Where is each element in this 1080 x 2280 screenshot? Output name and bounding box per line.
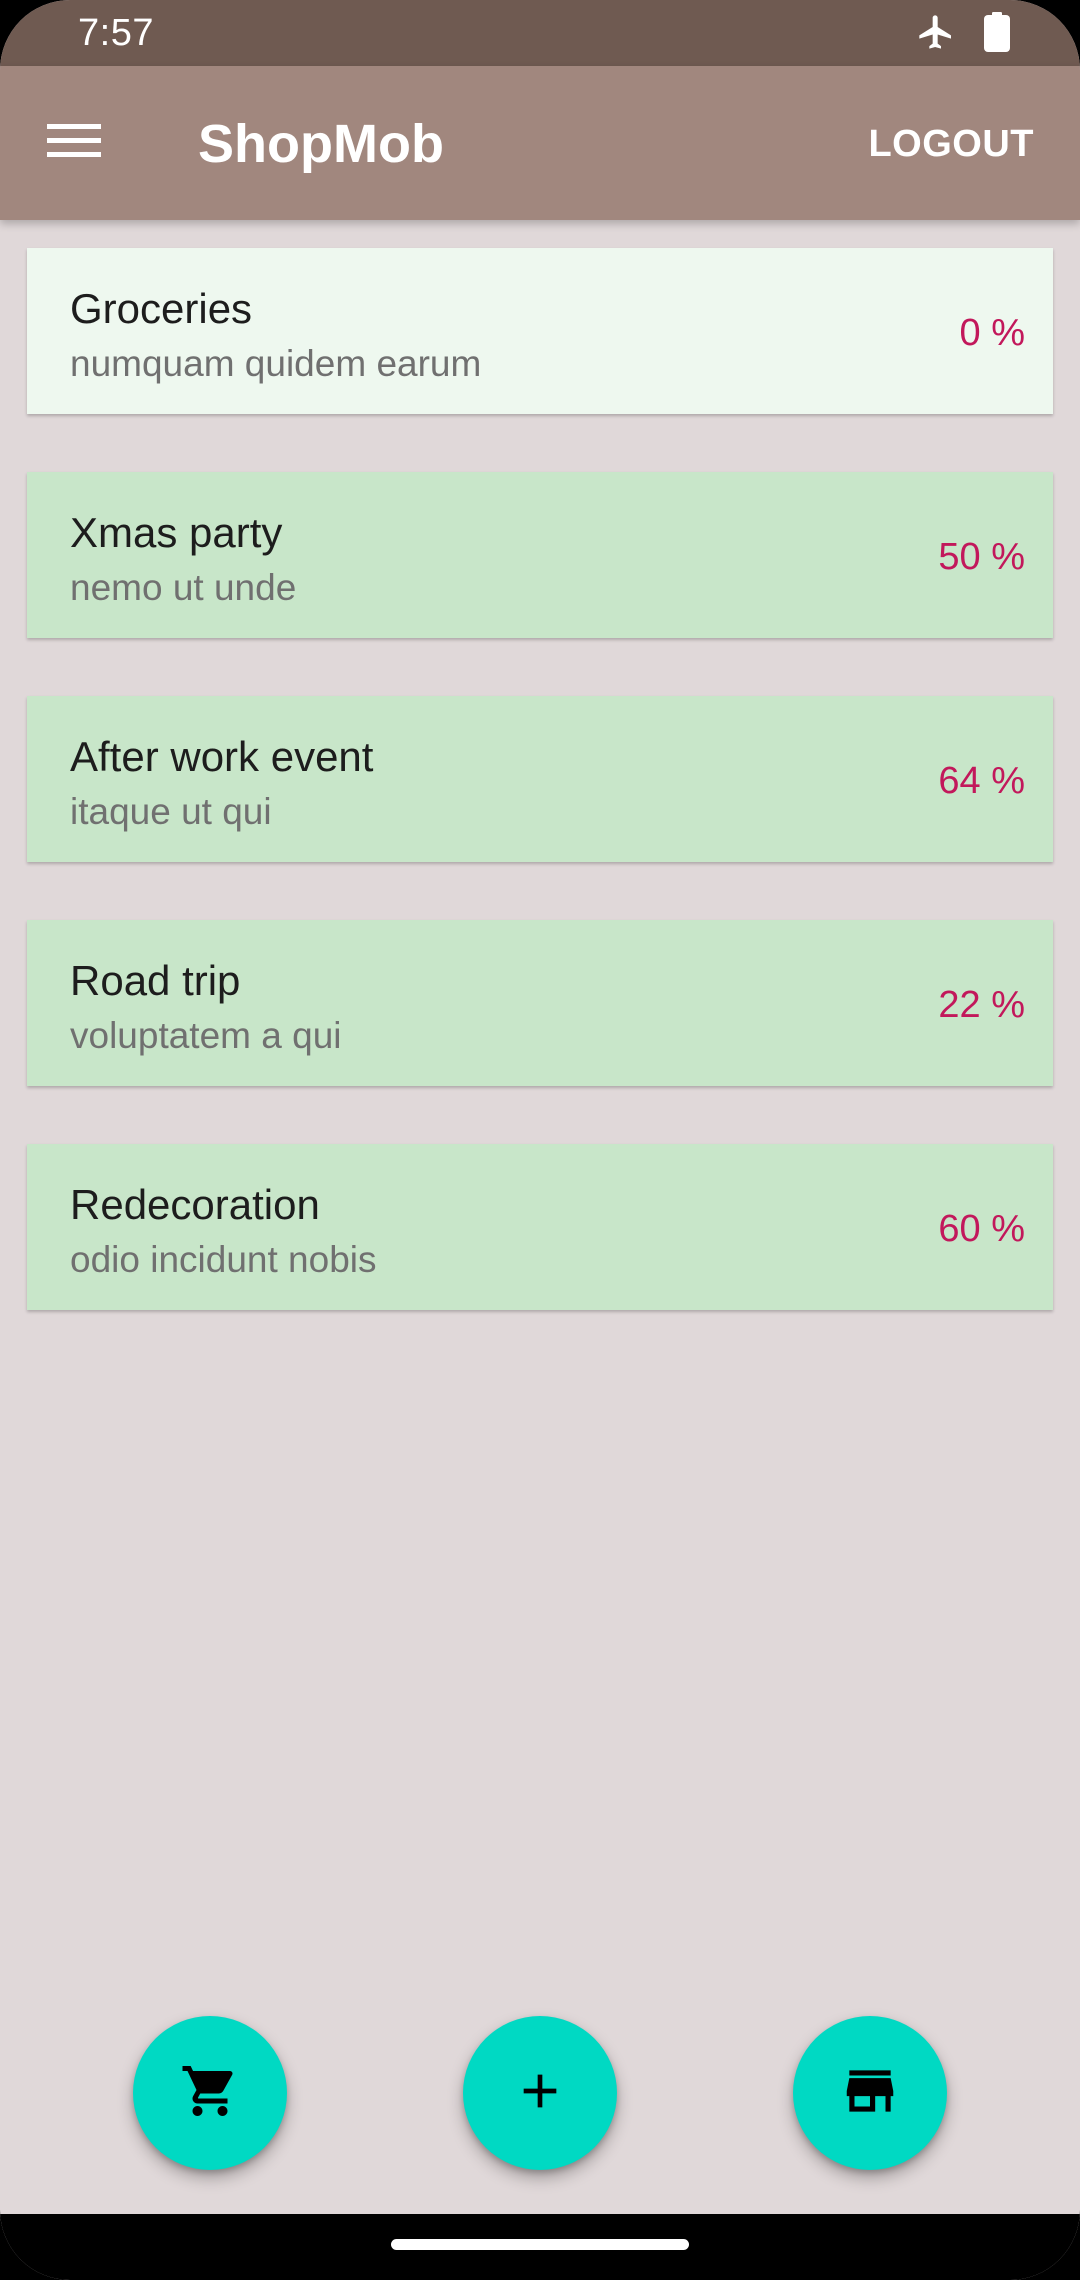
shopping-lists: Groceries numquam quidem earum 0 % Xmas … [27, 248, 1053, 1368]
system-navigation-bar [0, 2214, 1080, 2280]
status-icons [916, 11, 1010, 57]
app-bar: ShopMob LOGOUT [0, 66, 1080, 220]
list-description: odio incidunt nobis [70, 1239, 377, 1280]
status-bar: 7:57 [0, 0, 1080, 66]
cart-button[interactable] [133, 2016, 287, 2170]
list-description: numquam quidem earum [70, 343, 482, 384]
list-card-after-work-event[interactable]: After work event itaque ut qui 64 % [27, 696, 1053, 862]
add-list-button[interactable] [463, 2016, 617, 2170]
logout-button[interactable]: LOGOUT [856, 116, 1046, 172]
list-title: Road trip [70, 957, 241, 1004]
list-progress: 60 % [938, 1208, 1025, 1250]
list-progress: 22 % [938, 984, 1025, 1026]
list-card-road-trip[interactable]: Road trip voluptatem a qui 22 % [27, 920, 1053, 1086]
list-progress: 50 % [938, 536, 1025, 578]
list-card-groceries[interactable]: Groceries numquam quidem earum 0 % [27, 248, 1053, 414]
list-card-redecoration[interactable]: Redecoration odio incidunt nobis 60 % [27, 1144, 1053, 1310]
list-description: voluptatem a qui [70, 1015, 342, 1056]
airplane-icon [916, 12, 956, 57]
list-description: nemo ut unde [70, 567, 297, 608]
battery-icon [984, 11, 1010, 57]
store-icon [839, 2060, 901, 2127]
list-title: Xmas party [70, 509, 283, 556]
list-title: Redecoration [70, 1181, 320, 1228]
add-icon [512, 2063, 568, 2124]
store-button[interactable] [793, 2016, 947, 2170]
list-title: After work event [70, 733, 374, 780]
list-title: Groceries [70, 285, 253, 332]
cart-icon [180, 2061, 240, 2126]
list-description: itaque ut qui [70, 791, 272, 832]
menu-icon [47, 121, 101, 166]
app-title: ShopMob [198, 114, 444, 174]
list-progress: 64 % [938, 760, 1025, 802]
menu-button[interactable] [36, 105, 112, 181]
phone-screen: 7:57 ShopMob LOGOUT Groceries numquam qu… [0, 0, 1080, 2280]
home-gesture-handle[interactable] [391, 2239, 689, 2250]
list-progress: 0 % [959, 312, 1025, 354]
status-time: 7:57 [78, 12, 154, 54]
list-card-xmas-party[interactable]: Xmas party nemo ut unde 50 % [27, 472, 1053, 638]
